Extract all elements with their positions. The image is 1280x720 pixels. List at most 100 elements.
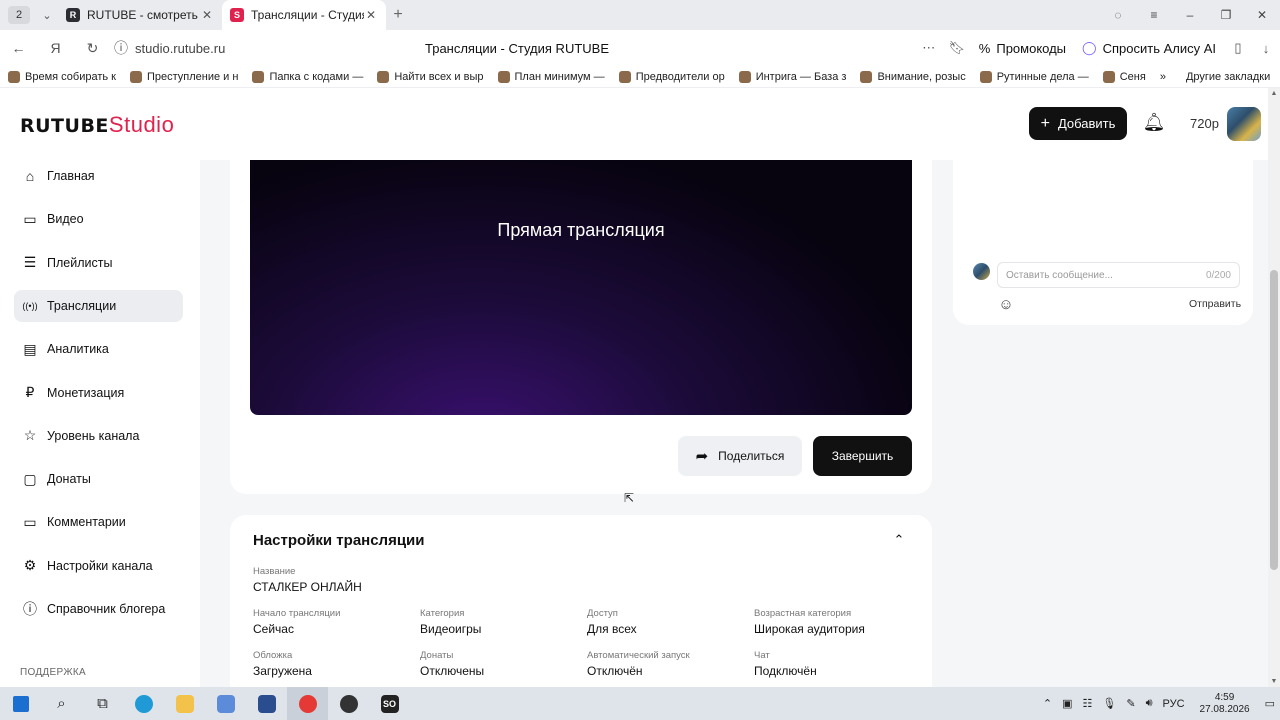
yandex-browser-icon[interactable] (287, 687, 328, 720)
other-bookmarks[interactable]: Другие закладки (1186, 71, 1270, 83)
sidebar-item-label: Справочник блогера (47, 602, 166, 616)
chat-placeholder: Оставить сообщение... (1006, 269, 1113, 281)
field-label: Категория (420, 608, 465, 619)
minimize-icon[interactable]: – (1172, 8, 1208, 22)
tray-chevron-up-icon[interactable]: ⌃ (1043, 697, 1052, 710)
yandex-icon[interactable]: Я (37, 40, 74, 56)
sidebar-item-5[interactable]: ₽ Монетизация (14, 377, 183, 409)
bell-icon[interactable]: 🔔︎ (1142, 112, 1166, 136)
promo-button[interactable]: % Промокоды (971, 41, 1074, 56)
tab-list-chevron-icon[interactable]: ⌄ (36, 9, 58, 22)
sidebar-item-6[interactable]: ☆ Уровень канала (14, 420, 183, 452)
bookmarks-overflow-icon[interactable]: » (1160, 71, 1166, 83)
back-icon[interactable]: ← (0, 40, 37, 56)
system-tray: ⌃ ▣ ☷ 🎙︎ ✎ 🔊︎ РУС 4:59 27.08.2026 ▭ (1038, 687, 1280, 720)
scroll-down-icon[interactable]: ▼ (1268, 678, 1280, 685)
playlist-icon: ☰ (23, 254, 37, 271)
url-field[interactable]: studio.rutube.ru (135, 41, 425, 56)
game-app-icon[interactable] (246, 687, 287, 720)
bookmark-item[interactable]: Сеня (1102, 70, 1146, 83)
quality-label[interactable]: 720p (1190, 116, 1219, 131)
sidebar-item-10[interactable]: ⓘ Справочник блогера (14, 593, 183, 625)
video-player[interactable]: Прямая трансляция (250, 160, 912, 415)
close-tab-icon[interactable]: ✕ (200, 8, 214, 22)
send-button[interactable]: Отправить (1189, 298, 1241, 310)
more-icon[interactable]: ⋯ (915, 40, 943, 56)
scroll-up-icon[interactable]: ▲ (1268, 90, 1280, 97)
restore-icon[interactable]: ❐ (1208, 8, 1244, 22)
file-explorer-icon[interactable] (164, 687, 205, 720)
scrollbar-thumb[interactable] (1270, 270, 1278, 570)
close-window-icon[interactable]: ✕ (1244, 8, 1280, 22)
browser-tab-studio[interactable]: S Трансляции - Студия R ✕ (222, 0, 386, 30)
profile-icon[interactable]: ◌ (1100, 8, 1136, 22)
ime-icon[interactable]: ✎ (1126, 697, 1135, 710)
chat-message-input[interactable]: Оставить сообщение... 0/200 (997, 262, 1240, 288)
add-button[interactable]: + Добавить (1029, 107, 1127, 140)
close-tab-icon[interactable]: ✕ (364, 8, 378, 22)
edge-icon[interactable] (123, 687, 164, 720)
language-indicator[interactable]: РУС (1163, 698, 1185, 710)
sidebar-item-7[interactable]: ▢ Донаты (14, 463, 183, 495)
finish-button[interactable]: Завершить (813, 436, 912, 476)
bookmark-item[interactable]: Время собирать к (8, 70, 116, 83)
avatar[interactable] (1227, 107, 1261, 141)
reload-icon[interactable]: ↻ (74, 40, 111, 57)
browser-tab-rutube[interactable]: R RUTUBE - смотреть виде ✕ (58, 0, 222, 30)
alice-button[interactable]: ◯ Спросить Алису AI (1074, 40, 1224, 56)
tray-app-icon[interactable]: ▣ (1062, 697, 1072, 710)
site-header: RUTUBEStudio + Добавить 🔔︎ 720p (0, 88, 1268, 160)
emoji-icon[interactable]: ☺ (997, 296, 1015, 314)
bookmark-item[interactable]: Найти всех и выр (377, 70, 484, 83)
search-icon[interactable]: ⌕ (41, 687, 82, 720)
bookmark-item[interactable]: План минимум — (497, 70, 605, 83)
bookmark-item[interactable]: Внимание, розыс (860, 70, 966, 83)
sidebar-item-2[interactable]: ☰ Плейлисты (14, 247, 183, 279)
site-info-icon[interactable]: ⓘ (111, 38, 131, 58)
bookmark-label: Предводители ор (635, 70, 725, 83)
field-value: Загружена (253, 664, 312, 678)
bookmark-favicon-icon (252, 70, 265, 83)
add-label: Добавить (1057, 116, 1116, 131)
char-counter: 0/200 (1205, 269, 1231, 281)
sidebar-item-0[interactable]: ⌂ Главная (14, 160, 183, 192)
rutube-studio-logo[interactable]: RUTUBEStudio (20, 112, 174, 138)
bookmark-item[interactable]: Интрига — База з (738, 70, 846, 83)
menu-icon[interactable]: ≡ (1136, 8, 1172, 22)
sidebar-item-8[interactable]: ▭ Комментарии (14, 506, 183, 538)
bookmark-favicon-icon (1102, 70, 1115, 83)
bookmark-item[interactable]: Предводители ор (618, 70, 725, 83)
field-label: Донаты (420, 650, 454, 661)
share-label: Поделиться (718, 449, 785, 463)
page-scrollbar[interactable]: ▲ ▼ (1268, 88, 1280, 687)
sidebar-item-9[interactable]: ⚙ Настройки канала (14, 550, 183, 582)
chevron-up-icon[interactable]: ⌃ (890, 532, 908, 550)
microphone-icon[interactable]: 🎙︎ (1102, 697, 1116, 710)
bookmark-icon[interactable]: 🔖︎ (943, 40, 971, 56)
stalker-online-icon[interactable]: SO (369, 687, 410, 720)
network-icon[interactable]: ☷ (1083, 697, 1093, 710)
task-view-icon[interactable]: ⧉ (82, 687, 123, 720)
bookmark-item[interactable]: Рутинные дела — (979, 70, 1089, 83)
download-icon[interactable]: ↓ (1252, 41, 1280, 56)
sidebar-item-label: Донаты (47, 472, 91, 487)
settings-field: Категория Видеоигры (420, 608, 481, 636)
tab-count-badge[interactable]: 2 (8, 6, 30, 24)
store-icon[interactable] (205, 687, 246, 720)
new-tab-icon[interactable]: + (386, 6, 410, 24)
notifications-icon[interactable]: ▭ (1265, 697, 1275, 710)
bookmark-label: Папка с кодами — (269, 70, 364, 83)
sidebar-item-1[interactable]: ▭ Видео (14, 203, 183, 235)
bookmark-item[interactable]: Папка с кодами — (252, 70, 364, 83)
logo-studio: Studio (108, 112, 175, 137)
sidebar-item-3[interactable]: ((•)) Трансляции (14, 289, 183, 322)
windows-start-icon[interactable] (0, 687, 41, 720)
analytics-icon: ▤ (23, 340, 37, 357)
sidebar-item-4[interactable]: ▤ Аналитика (14, 333, 183, 365)
volume-icon[interactable]: 🔊︎ (1146, 697, 1153, 710)
share-button[interactable]: ➦ Поделиться (678, 436, 802, 476)
bookmark-item[interactable]: Преступление и н (129, 70, 238, 83)
obs-icon[interactable] (328, 687, 369, 720)
collections-icon[interactable]: ▯ (1224, 40, 1252, 56)
clock[interactable]: 4:59 27.08.2026 (1200, 692, 1250, 716)
